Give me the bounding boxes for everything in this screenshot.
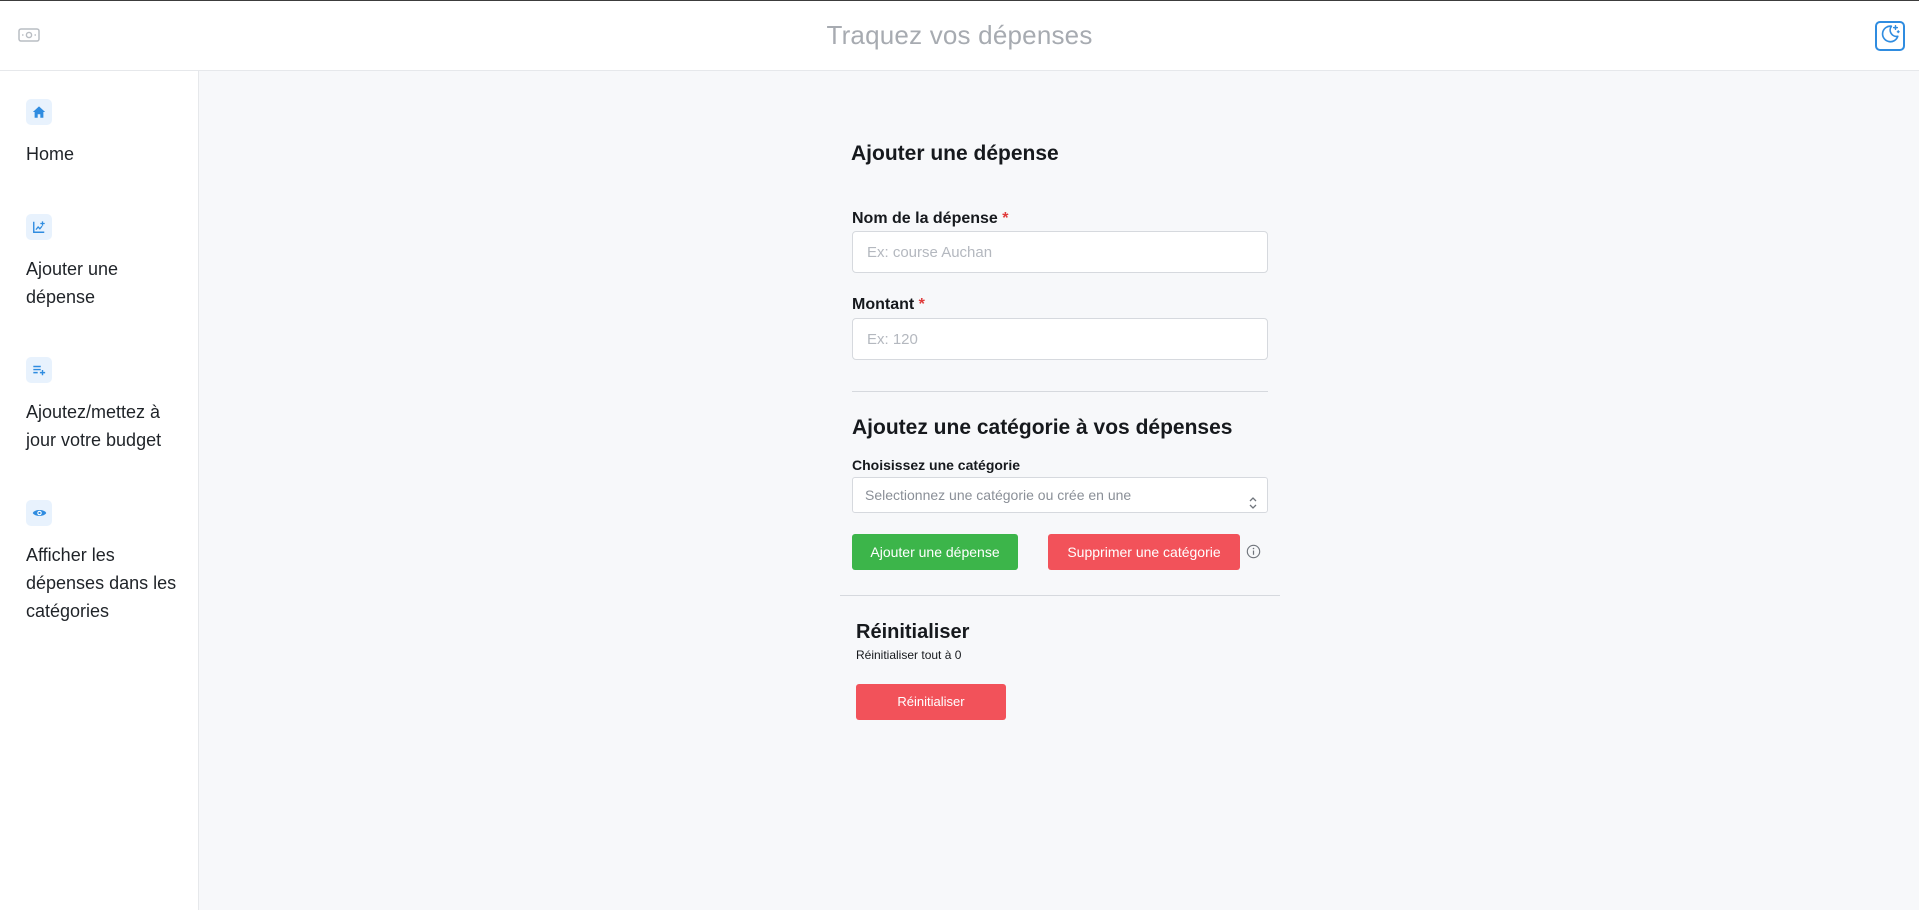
sidebar-item-label: Home [26, 144, 75, 164]
expense-name-input[interactable] [852, 231, 1268, 273]
playlist-add-icon [26, 357, 52, 383]
divider [852, 391, 1268, 392]
info-circle-icon[interactable] [1245, 543, 1261, 559]
sidebar: Home Ajouter une dépense Ajoutez/mettez … [0, 71, 199, 910]
theme-toggle-button[interactable] [1875, 21, 1905, 51]
amount-label: Montant * [852, 296, 925, 314]
amount-input[interactable] [852, 318, 1268, 360]
reset-title: Réinitialiser [856, 621, 970, 643]
sidebar-item-label: Ajouter une dépense [26, 259, 119, 307]
eye-icon [26, 500, 52, 526]
expense-name-label: Nom de la dépense * [852, 210, 1009, 228]
moon-stars-icon [1879, 23, 1901, 50]
sidebar-item-home[interactable]: Home [26, 99, 186, 168]
required-mark: * [1002, 210, 1009, 227]
sidebar-item-budget[interactable]: Ajoutez/mettez à jour votre budget [26, 357, 186, 454]
category-select-placeholder: Selectionnez une catégorie ou crée en un… [865, 487, 1132, 503]
category-select[interactable]: Selectionnez une catégorie ou crée en un… [852, 477, 1268, 513]
chevron-updown-icon [1248, 488, 1258, 509]
expense-name-label-text: Nom de la dépense [852, 210, 998, 227]
sidebar-item-add-expense[interactable]: Ajouter une dépense [26, 214, 186, 311]
category-section-title: Ajoutez une catégorie à vos dépenses [852, 416, 1233, 439]
sidebar-item-label: Afficher les dépenses dans les catégorie… [26, 545, 177, 621]
sidebar-item-categories[interactable]: Afficher les dépenses dans les catégorie… [26, 500, 186, 625]
form-title: Ajouter une dépense [851, 142, 1059, 165]
category-select-label: Choisissez une catégorie [852, 457, 1021, 473]
required-mark: * [918, 296, 925, 313]
app-header: Traquez vos dépenses [0, 1, 1919, 71]
reset-button[interactable]: Réinitialiser [856, 684, 1006, 720]
reset-subtitle: Réinitialiser tout à 0 [856, 648, 962, 662]
chart-add-icon [26, 214, 52, 240]
app-title: Traquez vos dépenses [826, 20, 1093, 50]
add-expense-button[interactable]: Ajouter une dépense [852, 534, 1018, 570]
home-icon [26, 99, 52, 125]
amount-label-text: Montant [852, 296, 915, 313]
divider [840, 595, 1280, 596]
sidebar-item-label: Ajoutez/mettez à jour votre budget [26, 402, 162, 450]
delete-category-button[interactable]: Supprimer une catégorie [1048, 534, 1240, 570]
